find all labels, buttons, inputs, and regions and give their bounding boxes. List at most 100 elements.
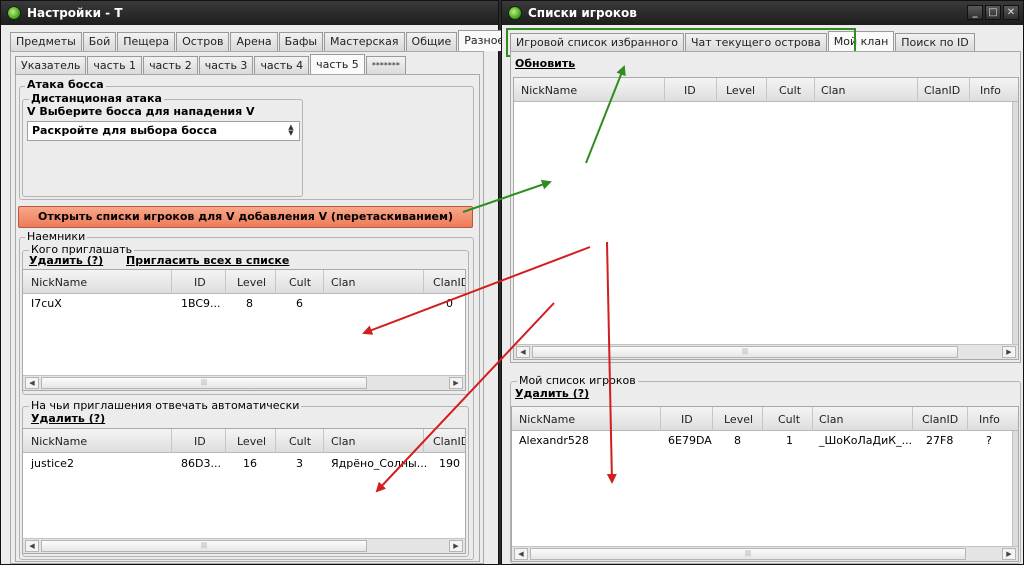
subtab-hidden[interactable]: ******* — [365, 56, 406, 75]
subtab-pointer[interactable]: Указатель — [15, 56, 87, 75]
cell-clanid: 0 — [446, 297, 453, 310]
tab-arena[interactable]: Арена — [230, 32, 278, 51]
scroll-thumb[interactable]: ||| — [532, 346, 958, 358]
col-cult[interactable]: Cult — [289, 435, 311, 448]
ranged-attack-label: Дистанционая атака — [29, 92, 164, 105]
auto-delete-link[interactable]: Удалить (?) — [31, 412, 105, 425]
subtab-part5[interactable]: часть 5 — [310, 54, 365, 75]
settings-titlebar[interactable]: Настройки - T — [1, 1, 498, 25]
tab-island[interactable]: Остров — [176, 32, 230, 51]
app-icon — [508, 6, 522, 20]
col-id[interactable]: ID — [681, 413, 693, 426]
main-tabbar: Предметы Бой Пещера Остров Арена Бафы Ма… — [10, 30, 511, 51]
col-info[interactable]: Info — [980, 84, 1001, 97]
col-clanid[interactable]: ClanID — [433, 435, 465, 448]
scroll-thumb[interactable]: ||| — [530, 548, 966, 560]
maximize-icon[interactable]: □ — [985, 5, 1001, 20]
tab-buffs[interactable]: Бафы — [278, 32, 324, 51]
subtab-part3[interactable]: часть 3 — [198, 56, 254, 75]
mercs-label: Наемники — [25, 230, 88, 243]
auto-hscrollbar[interactable]: ◀ ||| ▶ — [23, 538, 465, 553]
col-level[interactable]: Level — [237, 276, 266, 289]
table-row[interactable]: Alexandr528 6E79DA 8 1 _ШоКоЛаДиК_... 27… — [512, 431, 1018, 449]
col-clanid[interactable]: ClanID — [433, 276, 465, 289]
cell-id: 6E79DA — [668, 434, 712, 447]
invite-delete-link[interactable]: Удалить (?) — [29, 254, 103, 267]
col-cult[interactable]: Cult — [779, 84, 801, 97]
col-nickname[interactable]: NickName — [519, 413, 575, 426]
subtab-part4[interactable]: часть 4 — [254, 56, 310, 75]
scroll-thumb[interactable]: ||| — [41, 540, 367, 552]
clan-hscrollbar[interactable]: ◀ ||| ▶ — [514, 344, 1018, 359]
col-nickname[interactable]: NickName — [521, 84, 577, 97]
cell-clanid: 190 — [439, 457, 460, 470]
col-clan[interactable]: Clan — [819, 413, 843, 426]
minimize-icon[interactable]: _ — [967, 5, 983, 20]
col-clan[interactable]: Clan — [331, 435, 355, 448]
subtab-part2[interactable]: часть 2 — [143, 56, 198, 75]
cell-id: 86D3... — [181, 457, 221, 470]
col-clan[interactable]: Clan — [821, 84, 845, 97]
my-list-table-header: NickName ID Level Cult Clan ClanID Info — [512, 407, 1018, 431]
invite-all-link[interactable]: Пригласить всех в списке — [126, 254, 289, 267]
col-clanid[interactable]: ClanID — [924, 84, 960, 97]
subtab-part1[interactable]: часть 1 — [87, 56, 143, 75]
col-nickname[interactable]: NickName — [31, 276, 87, 289]
boss-select-value: Раскройте для выбора босса — [32, 124, 218, 137]
clan-vscrollbar[interactable] — [1012, 102, 1018, 344]
tab-cave[interactable]: Пещера — [117, 32, 176, 51]
cell-cult: 1 — [786, 434, 793, 447]
col-clan[interactable]: Clan — [331, 276, 355, 289]
my-list-delete-link[interactable]: Удалить (?) — [515, 387, 589, 400]
tab-items[interactable]: Предметы — [10, 32, 82, 51]
auto-accept-table: NickName ID Level Cult Clan ClanID justi… — [22, 428, 466, 554]
boss-select[interactable]: Раскройте для выбора босса ▲ ▼ — [27, 121, 300, 141]
col-nickname[interactable]: NickName — [31, 435, 87, 448]
table-row[interactable]: I7cuX 1BC9... 8 6 0 — [23, 294, 465, 312]
col-cult[interactable]: Cult — [289, 276, 311, 289]
scroll-right-icon[interactable]: ▶ — [1002, 346, 1016, 358]
col-level[interactable]: Level — [726, 84, 755, 97]
open-player-lists-button[interactable]: Открыть списки игроков для V добавления … — [18, 206, 473, 228]
col-level[interactable]: Level — [237, 435, 266, 448]
tab-workshop[interactable]: Мастерская — [324, 32, 405, 51]
scroll-right-icon[interactable]: ▶ — [449, 540, 463, 552]
scroll-left-icon[interactable]: ◀ — [25, 377, 39, 389]
tab-general[interactable]: Общие — [405, 32, 458, 51]
window-title: Настройки - T — [27, 6, 123, 20]
scroll-left-icon[interactable]: ◀ — [25, 540, 39, 552]
my-list-vscrollbar[interactable] — [1012, 431, 1018, 546]
col-cult[interactable]: Cult — [778, 413, 800, 426]
clan-table: NickName ID Level Cult Clan ClanID Info … — [513, 77, 1019, 360]
col-level[interactable]: Level — [724, 413, 753, 426]
refresh-link[interactable]: Обновить — [515, 57, 575, 70]
col-info[interactable]: Info — [979, 413, 1000, 426]
col-id[interactable]: ID — [194, 435, 206, 448]
close-icon[interactable]: ✕ — [1003, 5, 1019, 20]
cell-cult: 3 — [296, 457, 303, 470]
scroll-right-icon[interactable]: ▶ — [1002, 548, 1016, 560]
cell-level: 8 — [246, 297, 253, 310]
spinner-icon[interactable]: ▲ ▼ — [285, 124, 297, 138]
invite-hscrollbar[interactable]: ◀ ||| ▶ — [23, 375, 465, 390]
col-id[interactable]: ID — [684, 84, 696, 97]
cell-nickname: I7cuX — [31, 297, 62, 310]
scroll-left-icon[interactable]: ◀ — [516, 346, 530, 358]
cell-cult: 6 — [296, 297, 303, 310]
my-list-hscrollbar[interactable]: ◀ ||| ▶ — [512, 546, 1018, 561]
tab-battle[interactable]: Бой — [82, 32, 117, 51]
invite-table-header: NickName ID Level Cult Clan ClanID — [23, 270, 465, 294]
boss-attack-label: Атака босса — [25, 78, 106, 91]
app-icon — [7, 6, 21, 20]
tab-search-id[interactable]: Поиск по ID — [895, 33, 975, 52]
col-clanid[interactable]: ClanID — [922, 413, 958, 426]
table-row[interactable]: justice2 86D3... 16 3 Ядрёно_Солны... 19… — [23, 453, 465, 471]
scroll-thumb[interactable]: ||| — [41, 377, 367, 389]
settings-window: Настройки - T Предметы Бой Пещера Остров… — [0, 0, 511, 565]
player-lists-titlebar[interactable]: Списки игроков _ □ ✕ — [502, 1, 1023, 25]
scroll-left-icon[interactable]: ◀ — [514, 548, 528, 560]
cell-clan: Ядрёно_Солны... — [331, 457, 428, 470]
cell-clan: _ШоКоЛаДиК_... — [819, 434, 913, 447]
col-id[interactable]: ID — [194, 276, 206, 289]
scroll-right-icon[interactable]: ▶ — [449, 377, 463, 389]
